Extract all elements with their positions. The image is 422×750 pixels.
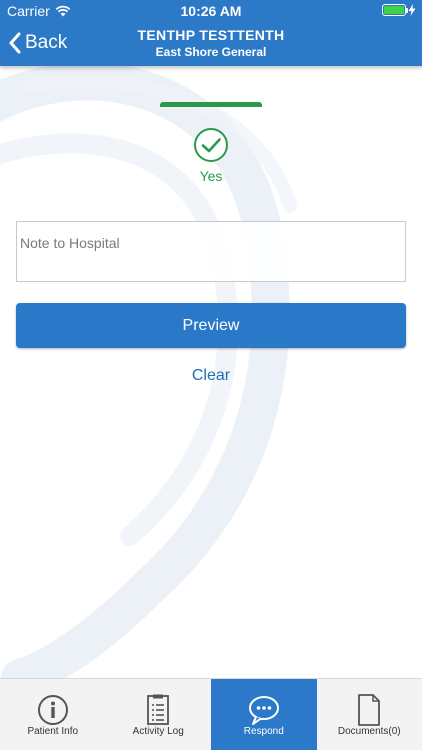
preview-button[interactable]: Preview (16, 303, 406, 348)
tab-label-activity-log: Activity Log (132, 726, 184, 737)
tab-patient-info[interactable]: Patient Info (0, 679, 106, 750)
check-circle-icon[interactable] (193, 127, 229, 163)
hospital-subtitle: East Shore General (155, 45, 267, 59)
charging-bolt-icon (408, 4, 416, 16)
info-icon (37, 695, 68, 725)
selected-option-indicator (160, 102, 262, 107)
tab-respond[interactable]: Respond (211, 679, 317, 750)
battery-indicator (382, 4, 416, 16)
patient-name-title: TENTHP TESTTENTH (137, 27, 285, 43)
clear-button[interactable]: Clear (0, 367, 422, 385)
selected-answer-label: Yes (199, 168, 223, 184)
status-bar: Carrier 10:26 AM (0, 0, 422, 22)
tab-label-respond: Respond (243, 726, 284, 737)
respond-panel: Yes Preview Clear (0, 66, 422, 678)
status-time: 10:26 AM (180, 3, 242, 19)
chat-bubble-icon (248, 696, 279, 725)
app-header: Carrier 10:26 AM Back TENTHP TESTTENTH E… (0, 0, 422, 66)
tab-documents[interactable]: Documents(0) (317, 679, 422, 750)
tab-bar: Patient Info Activity Log Respond Docume… (0, 678, 422, 750)
battery-icon (382, 4, 408, 16)
document-icon (358, 694, 381, 726)
note-to-hospital-input[interactable] (16, 221, 406, 282)
tab-label-documents: Documents(0) (337, 726, 401, 737)
tab-activity-log[interactable]: Activity Log (106, 679, 212, 750)
navigation-bar: Back TENTHP TESTTENTH East Shore General (0, 22, 422, 66)
activity-log-icon (147, 694, 170, 725)
tab-label-patient-info: Patient Info (27, 726, 79, 737)
